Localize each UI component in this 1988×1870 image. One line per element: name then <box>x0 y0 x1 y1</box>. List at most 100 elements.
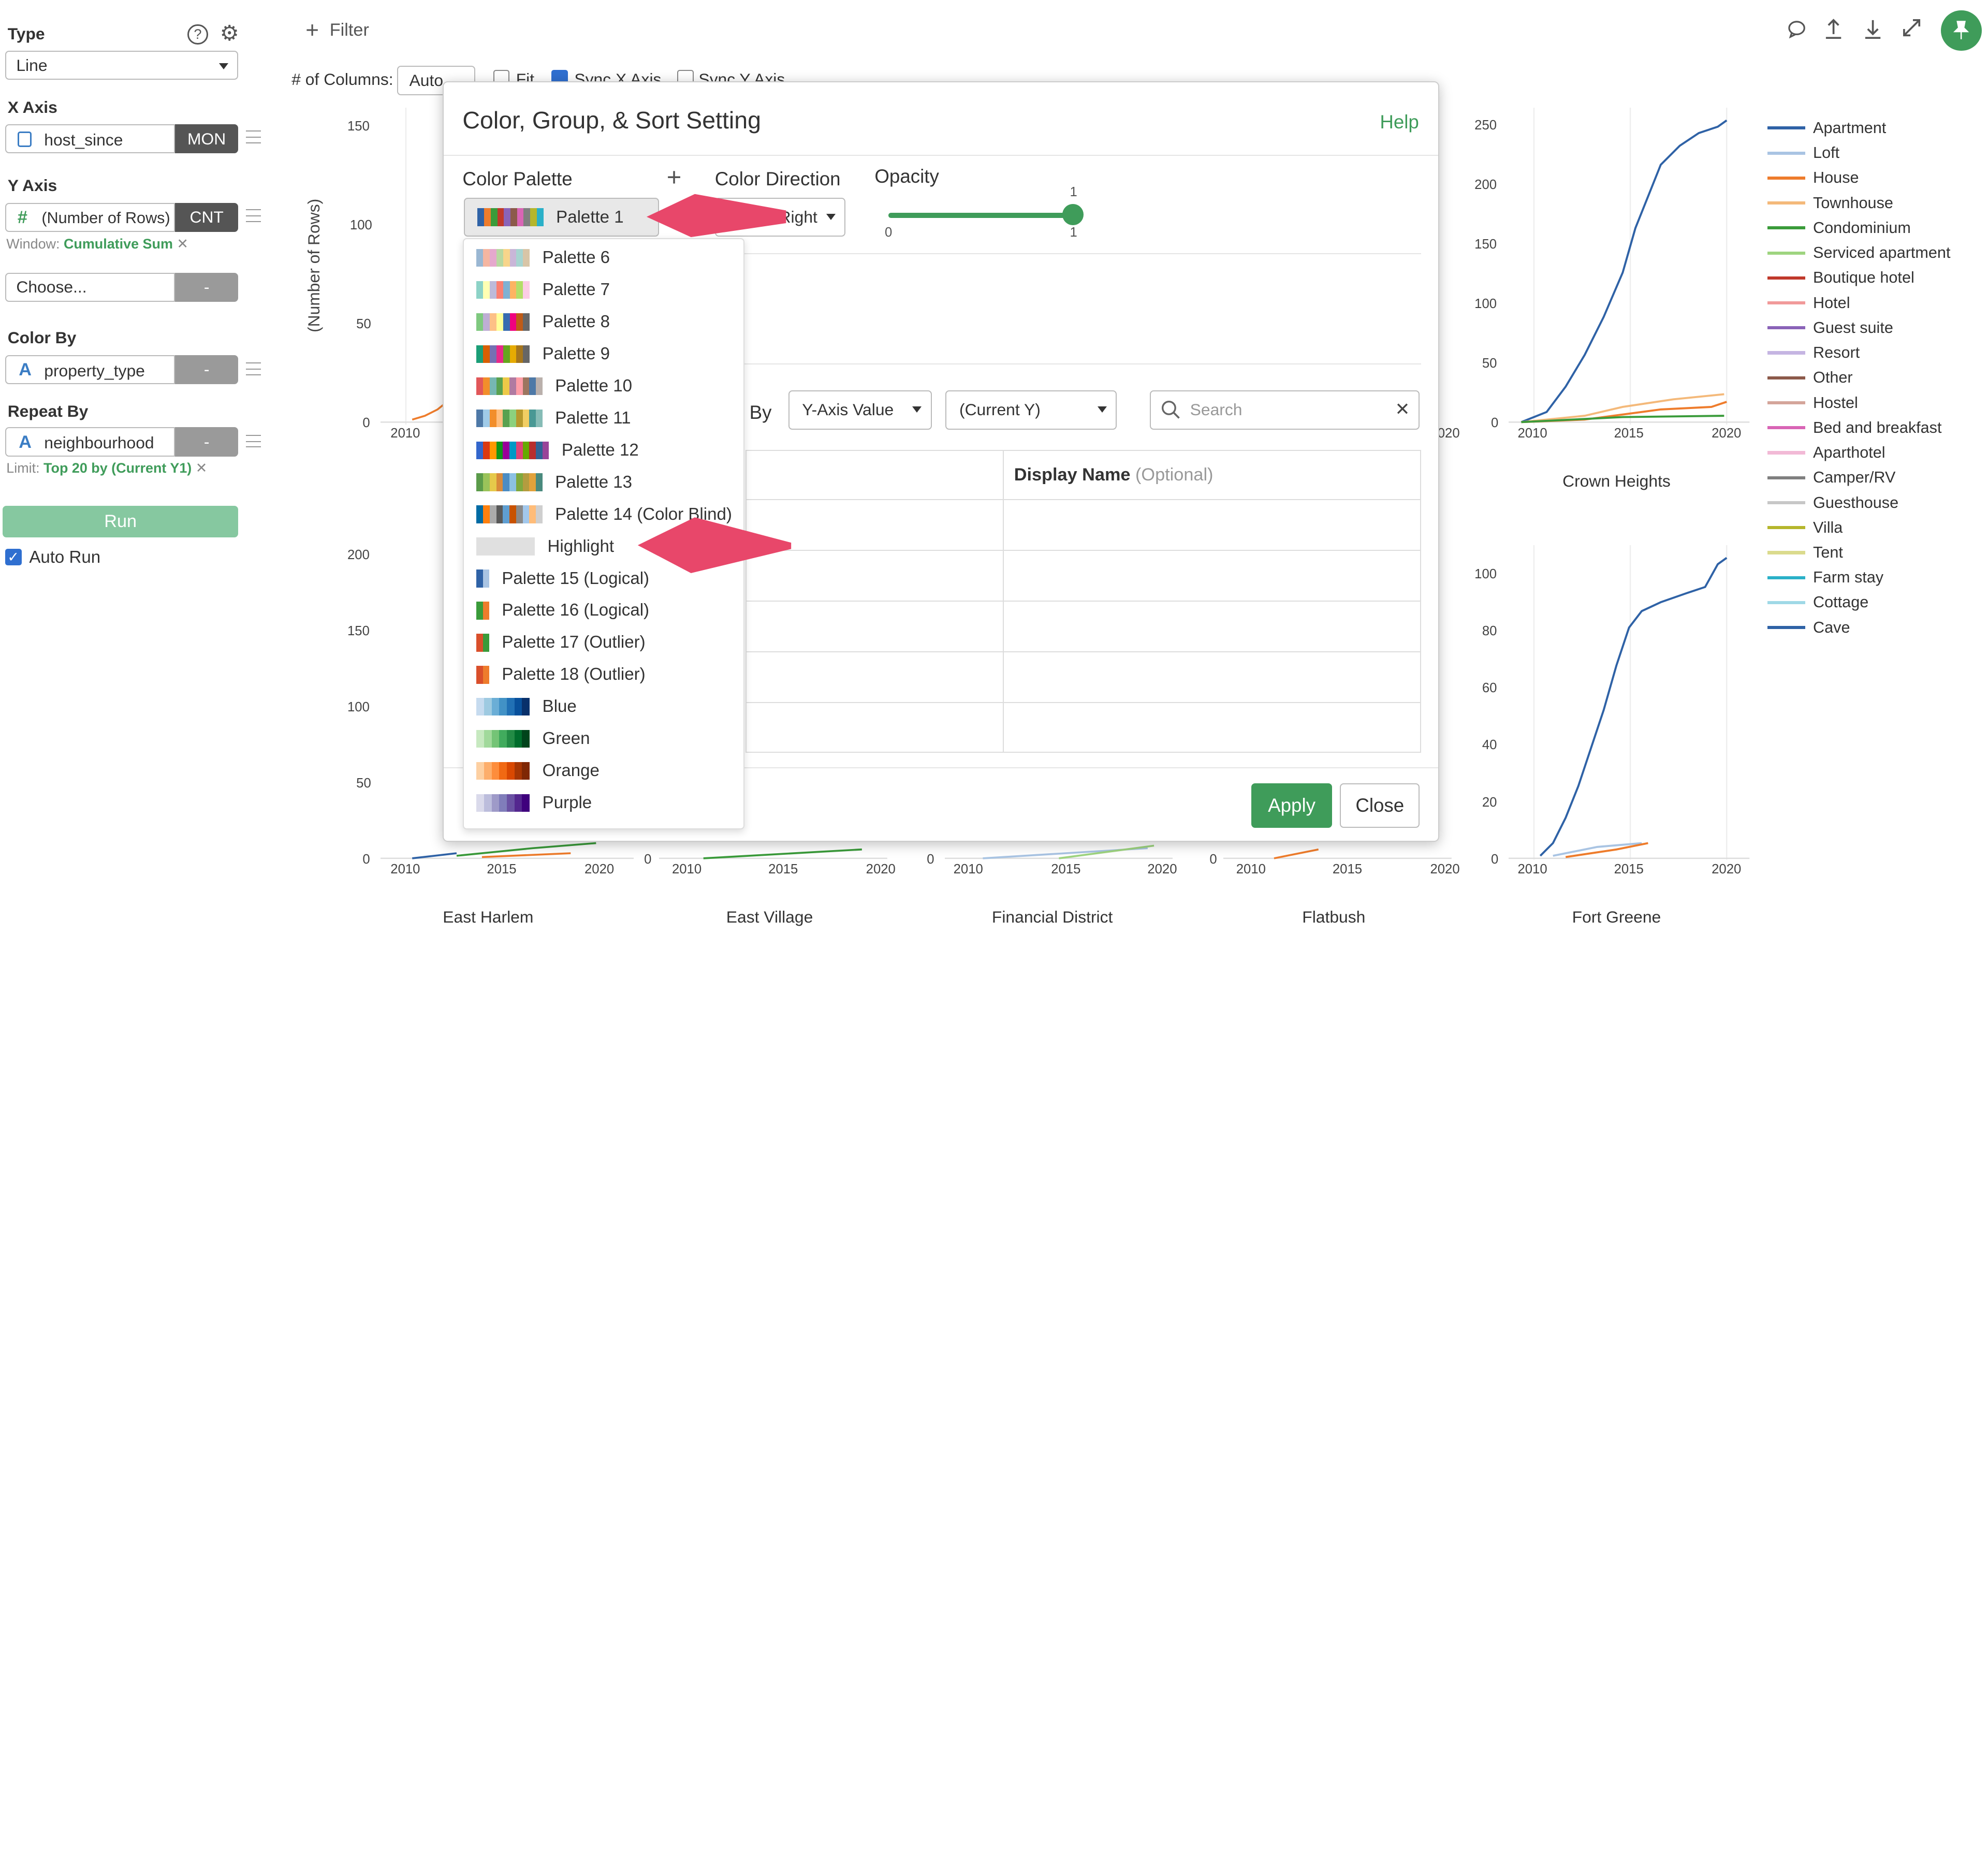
legend-label: House <box>1813 169 1859 187</box>
palette-option[interactable]: Orange <box>464 755 743 787</box>
repeat-by-field-name: neighbourhood <box>44 433 154 452</box>
legend-item[interactable]: Hotel <box>1767 291 1850 314</box>
palette-option[interactable]: Green <box>464 723 743 755</box>
y2-axis-choose-field[interactable]: Choose... <box>5 272 175 302</box>
color-by-aggregation[interactable]: - <box>174 355 239 385</box>
table-row[interactable] <box>745 550 1421 551</box>
table-row[interactable] <box>745 651 1421 652</box>
color-palette-select[interactable]: Palette 1 <box>463 197 659 237</box>
palette-option[interactable]: Palette 11 <box>464 402 743 434</box>
legend-item[interactable]: Boutique hotel <box>1767 267 1914 289</box>
repeat-by-menu-icon[interactable] <box>246 435 261 448</box>
palette-option[interactable]: Palette 18 (Outlier) <box>464 659 743 691</box>
sort-by-value: Y-Axis Value <box>802 400 894 419</box>
y-tick: 150 <box>1474 237 1497 252</box>
opacity-slider-handle[interactable] <box>1062 203 1084 226</box>
y-axis-menu-icon[interactable] <box>246 209 261 222</box>
add-palette-icon[interactable]: + <box>667 163 682 192</box>
filter-button[interactable]: Filter <box>330 20 369 40</box>
remove-limit-icon[interactable]: ✕ <box>196 460 208 476</box>
palette-option[interactable]: Palette 7 <box>464 274 743 305</box>
clear-search-icon[interactable]: ✕ <box>1395 399 1410 420</box>
x-axis-field[interactable]: host_since <box>5 124 175 154</box>
legend-item[interactable]: Guesthouse <box>1767 491 1898 514</box>
plus-icon[interactable]: + <box>305 18 319 43</box>
help-link[interactable]: Help <box>1380 111 1419 133</box>
color-by-menu-icon[interactable] <box>246 362 261 375</box>
chart-title-financial-district: Financial District <box>991 908 1113 927</box>
auto-run-checkbox[interactable]: ✓ <box>5 549 22 566</box>
palette-option-label: Purple <box>542 793 592 813</box>
table-row[interactable] <box>745 601 1421 602</box>
palette-option[interactable]: Palette 8 <box>464 306 743 338</box>
palette-option[interactable]: Palette 6 <box>464 242 743 273</box>
y2-axis-aggregation[interactable]: - <box>174 272 239 302</box>
x-axis-aggregation[interactable]: MON <box>174 124 239 154</box>
legend-item[interactable]: Resort <box>1767 342 1860 364</box>
sort-by-select[interactable]: Y-Axis Value <box>788 390 932 430</box>
palette-option[interactable]: Highlight <box>464 531 743 562</box>
legend-item[interactable]: House <box>1767 167 1859 189</box>
y-axis-aggregation[interactable]: CNT <box>174 202 239 232</box>
pin-icon <box>1953 21 1969 39</box>
calendar-icon <box>17 132 32 147</box>
comment-icon[interactable] <box>1787 19 1807 39</box>
expand-icon[interactable] <box>1902 18 1922 38</box>
legend-item[interactable]: Serviced apartment <box>1767 242 1950 265</box>
color-by-field[interactable]: A property_type <box>5 355 175 385</box>
gear-icon[interactable]: ⚙ <box>218 21 241 45</box>
share-icon[interactable] <box>1823 18 1844 40</box>
y-axis-field[interactable]: # (Number of Rows) <box>5 202 175 232</box>
legend-item[interactable]: Villa <box>1767 516 1843 539</box>
limit-value[interactable]: Top 20 by (Current Y1) <box>43 460 192 476</box>
chart-type-select[interactable]: Line <box>5 50 239 80</box>
legend-item[interactable]: Townhouse <box>1767 192 1893 214</box>
search-input[interactable]: Search ✕ <box>1149 390 1420 430</box>
legend-item[interactable]: Tent <box>1767 541 1843 564</box>
palette-option[interactable]: Palette 9 <box>464 338 743 370</box>
legend-item[interactable]: Guest suite <box>1767 316 1893 339</box>
palette-option[interactable]: Palette 13 <box>464 466 743 498</box>
palette-option[interactable]: Palette 17 (Outlier) <box>464 627 743 659</box>
palette-option[interactable]: Palette 15 (Logical) <box>464 563 743 594</box>
run-button[interactable]: Run <box>2 506 239 538</box>
legend-item[interactable]: Condominium <box>1767 216 1911 239</box>
repeat-by-aggregation[interactable]: - <box>174 427 239 457</box>
opacity-slider-track[interactable] <box>888 212 1076 218</box>
palette-option[interactable]: Palette 14 (Color Blind) <box>464 499 743 530</box>
palette-option[interactable]: Blue <box>464 691 743 723</box>
legend-item[interactable]: Loft <box>1767 142 1839 165</box>
sort-target-select[interactable]: (Current Y) <box>945 390 1117 430</box>
legend-item[interactable]: Hostel <box>1767 391 1858 414</box>
repeat-by-field[interactable]: A neighbourhood <box>5 427 175 457</box>
close-button[interactable]: Close <box>1340 783 1420 828</box>
help-icon[interactable]: ? <box>187 24 208 45</box>
remove-window-icon[interactable]: ✕ <box>177 236 188 252</box>
legend-label: Cottage <box>1813 593 1869 611</box>
legend-item[interactable]: Farm stay <box>1767 566 1883 589</box>
chevron-down-icon <box>1097 406 1107 413</box>
palette-option[interactable]: Palette 12 <box>464 434 743 466</box>
legend-item[interactable]: Aparthotel <box>1767 441 1885 464</box>
palette-option[interactable]: Palette 16 (Logical) <box>464 595 743 626</box>
pin-button[interactable] <box>1941 10 1982 51</box>
apply-button[interactable]: Apply <box>1251 783 1333 828</box>
palette-option-label: Palette 11 <box>555 408 631 428</box>
legend-item[interactable]: Cottage <box>1767 591 1868 614</box>
y-tick: 20 <box>1482 795 1497 810</box>
legend-item[interactable]: Other <box>1767 367 1853 389</box>
x-axis-menu-icon[interactable] <box>246 130 261 143</box>
legend-label: Apartment <box>1813 119 1887 137</box>
window-value[interactable]: Cumulative Sum <box>64 236 173 252</box>
legend-swatch <box>1767 501 1806 505</box>
legend-item[interactable]: Apartment <box>1767 116 1886 139</box>
palette-swatch <box>476 473 543 491</box>
legend-item[interactable]: Camper/RV <box>1767 466 1895 489</box>
legend-item[interactable]: Cave <box>1767 616 1850 639</box>
palette-option[interactable]: Palette 10 <box>464 370 743 402</box>
palette-option[interactable]: Purple <box>464 787 743 819</box>
download-icon[interactable] <box>1863 18 1883 40</box>
legend-item[interactable]: Bed and breakfast <box>1767 416 1942 439</box>
color-direction-select[interactable]: Left to Right <box>714 197 845 237</box>
table-row[interactable] <box>745 702 1421 703</box>
